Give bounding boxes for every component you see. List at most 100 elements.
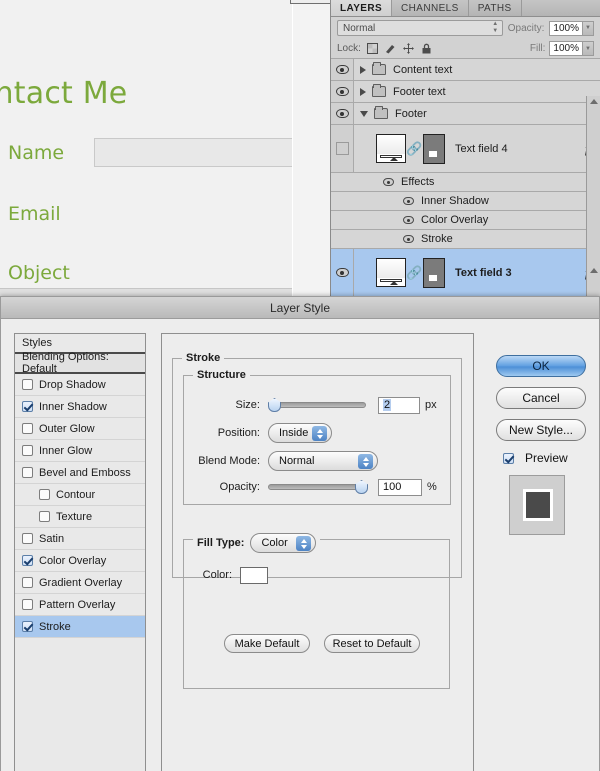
- checkbox-inner-shadow[interactable]: [22, 401, 33, 412]
- ok-button[interactable]: OK: [496, 355, 586, 377]
- color-swatch[interactable]: [240, 566, 268, 584]
- blending-options-item[interactable]: Blending Options: Default: [15, 351, 145, 375]
- checkbox-bevel-and-emboss[interactable]: [22, 467, 33, 478]
- layer-row-body[interactable]: 🔗 Text field 4 fx: [354, 133, 600, 164]
- size-slider-thumb[interactable]: [268, 398, 281, 412]
- eye-icon[interactable]: [403, 235, 414, 243]
- table-row[interactable]: Footer text: [331, 81, 600, 103]
- eye-icon[interactable]: [383, 178, 394, 186]
- fill-type-select[interactable]: Color: [250, 533, 317, 553]
- list-item[interactable]: Color Overlay: [331, 211, 600, 230]
- style-item-gradient-overlay[interactable]: Gradient Overlay: [15, 572, 145, 594]
- position-label: Position:: [217, 427, 260, 439]
- layer-visibility-toggle[interactable]: [331, 81, 354, 102]
- opacity-slider-thumb[interactable]: [355, 480, 368, 494]
- table-row[interactable]: 🔗 Text field 3 fx: [331, 249, 600, 297]
- opacity-value[interactable]: 100%: [549, 20, 583, 36]
- lock-row: Lock: Fill: 100% ▼: [331, 39, 600, 59]
- chevron-down-icon[interactable]: [360, 110, 368, 117]
- tab-channels[interactable]: CHANNELS: [392, 0, 469, 16]
- stroke-settings-pane: Stroke Structure Size: 2 px Position: In…: [161, 333, 474, 771]
- opacity-input[interactable]: 100: [378, 478, 422, 496]
- style-item-inner-shadow[interactable]: Inner Shadow: [15, 396, 145, 418]
- layer-visibility-toggle[interactable]: [331, 59, 354, 80]
- checkbox-pattern-overlay[interactable]: [22, 599, 33, 610]
- position-select[interactable]: Inside: [268, 423, 332, 443]
- layers-scrollbar[interactable]: [586, 96, 600, 300]
- panel-tab-bar: LAYERS CHANNELS PATHS: [331, 0, 600, 17]
- all-lock-icon[interactable]: [421, 43, 432, 54]
- fill-group: Fill: 100% ▼: [530, 41, 594, 56]
- layer-row-body[interactable]: Footer: [354, 106, 600, 120]
- checkbox-stroke[interactable]: [22, 621, 33, 632]
- size-slider[interactable]: [268, 398, 366, 412]
- style-item-outer-glow[interactable]: Outer Glow: [15, 418, 145, 440]
- style-label: Pattern Overlay: [39, 598, 116, 611]
- tab-paths[interactable]: PATHS: [469, 0, 522, 16]
- make-default-button[interactable]: Make Default: [224, 634, 310, 653]
- blend-mode-select[interactable]: Normal: [268, 451, 378, 471]
- scroll-up-icon[interactable]: [589, 99, 598, 104]
- list-item[interactable]: Effects: [331, 173, 600, 192]
- checkbox-color-overlay[interactable]: [22, 555, 33, 566]
- style-item-stroke[interactable]: Stroke: [15, 616, 145, 638]
- preview-row[interactable]: Preview: [503, 451, 568, 465]
- checkbox-texture[interactable]: [39, 511, 50, 522]
- opacity-row: Opacity: 100 %: [184, 478, 484, 496]
- table-row[interactable]: Content text: [331, 59, 600, 81]
- layer-row-body[interactable]: 🔗 Text field 3 fx: [354, 257, 600, 288]
- blend-mode-select[interactable]: Normal ▲ ▼: [337, 20, 503, 36]
- checkbox-satin[interactable]: [22, 533, 33, 544]
- style-item-pattern-overlay[interactable]: Pattern Overlay: [15, 594, 145, 616]
- fill-value[interactable]: 100%: [549, 41, 583, 56]
- fill-stepper-icon[interactable]: ▼: [583, 41, 594, 56]
- move-lock-icon[interactable]: [402, 43, 414, 54]
- style-item-drop-shadow[interactable]: Drop Shadow: [15, 374, 145, 396]
- style-label: Outer Glow: [39, 422, 95, 435]
- checkbox-drop-shadow[interactable]: [22, 379, 33, 390]
- checkbox-outer-glow[interactable]: [22, 423, 33, 434]
- style-item-texture[interactable]: Texture: [15, 506, 145, 528]
- tab-layers[interactable]: LAYERS: [331, 0, 393, 16]
- canvas-gutter: [292, 0, 330, 300]
- checkbox-gradient-overlay[interactable]: [22, 577, 33, 588]
- layer-visibility-toggle[interactable]: [331, 249, 354, 296]
- size-input[interactable]: 2: [378, 396, 420, 414]
- table-row[interactable]: 🔗 Text field 4 fx: [331, 125, 600, 173]
- stroke-group: Stroke Structure Size: 2 px Position: In…: [172, 352, 462, 689]
- layer-row-body[interactable]: Content text: [354, 62, 600, 76]
- fill-field-wrap[interactable]: 100% ▼: [549, 41, 594, 56]
- scroll-up-icon-2[interactable]: [590, 268, 598, 273]
- eye-icon: [335, 87, 349, 96]
- opacity-slider[interactable]: [268, 480, 368, 494]
- paint-lock-icon[interactable]: [385, 43, 396, 54]
- eye-icon[interactable]: [403, 197, 414, 205]
- style-item-inner-glow[interactable]: Inner Glow: [15, 440, 145, 462]
- style-item-satin[interactable]: Satin: [15, 528, 145, 550]
- checkbox-contour[interactable]: [39, 489, 50, 500]
- link-mask-icon[interactable]: 🔗: [406, 139, 422, 159]
- chevron-right-icon[interactable]: [360, 65, 366, 74]
- style-item-bevel-and-emboss[interactable]: Bevel and Emboss: [15, 462, 145, 484]
- chevron-right-icon[interactable]: [360, 87, 366, 96]
- list-item[interactable]: Inner Shadow: [331, 192, 600, 211]
- layer-row-body[interactable]: Footer text: [354, 84, 600, 98]
- link-mask-icon[interactable]: 🔗: [406, 263, 422, 283]
- opacity-stepper-icon[interactable]: ▼: [583, 20, 594, 36]
- eye-icon[interactable]: [403, 216, 414, 224]
- style-item-color-overlay[interactable]: Color Overlay: [15, 550, 145, 572]
- layer-visibility-toggle[interactable]: [331, 125, 354, 172]
- checkbox-preview[interactable]: [503, 452, 514, 464]
- style-item-contour[interactable]: Contour: [15, 484, 145, 506]
- new-style-button[interactable]: New Style...: [496, 419, 586, 441]
- layer-visibility-toggle[interactable]: [331, 103, 354, 124]
- size-value: 2: [383, 399, 392, 411]
- table-row[interactable]: Footer: [331, 103, 600, 125]
- transparency-lock-icon[interactable]: [366, 43, 378, 54]
- reset-to-default-button[interactable]: Reset to Default: [324, 634, 420, 653]
- opacity-field-wrap[interactable]: 100% ▼: [549, 20, 594, 36]
- checkbox-inner-glow[interactable]: [22, 445, 33, 456]
- cancel-button[interactable]: Cancel: [496, 387, 586, 409]
- list-item[interactable]: Stroke: [331, 230, 600, 249]
- name-input[interactable]: [94, 138, 292, 167]
